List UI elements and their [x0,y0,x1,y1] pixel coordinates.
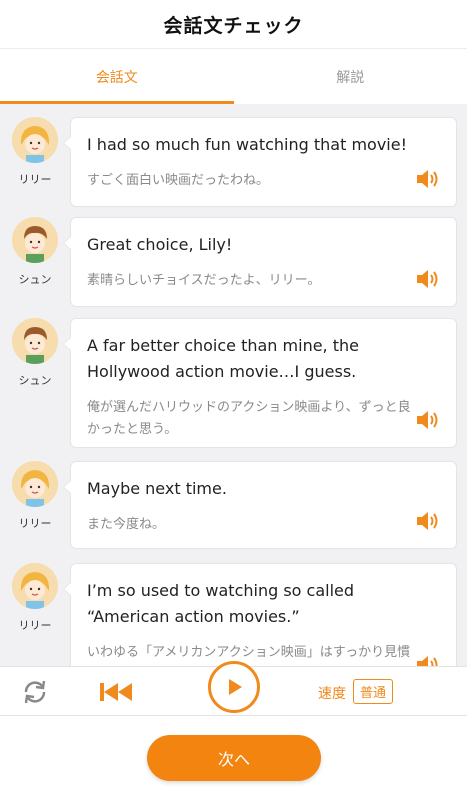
speaker-name: シュン [18,273,52,286]
message-bubble[interactable]: Great choice, Lily! 素晴らしいチョイスだったよ、リリー。 [63,217,457,307]
message-bubble[interactable]: I had so much fun watching that movie! す… [63,117,457,207]
speed-selector[interactable]: 普通 [353,679,394,704]
speaker-icon[interactable] [416,268,442,290]
rewind-button[interactable] [98,680,134,704]
speaker-icon[interactable] [416,510,442,532]
speaker-name: リリー [18,619,52,632]
play-button[interactable] [208,661,260,713]
speaker-icon[interactable] [416,654,442,666]
conversation-list[interactable]: リリー I had so much fun watching that movi… [0,104,467,666]
english-text: A far better choice than mine, the Holly… [87,336,359,381]
english-text: Great choice, Lily! [87,235,233,254]
message-bubble[interactable]: Maybe next time. また今度ね。 [63,461,457,549]
message-bubble[interactable]: A far better choice than mine, the Holly… [63,318,457,448]
repeat-icon [24,680,46,704]
avatar-shun [12,217,58,263]
rewind-icon [100,683,132,701]
speaker-name: シュン [18,374,52,387]
avatar-shun [12,318,58,364]
avatar-lily [12,563,58,609]
tab-conversation[interactable]: 会話文 [0,49,234,104]
play-icon [229,679,242,695]
japanese-text: 俺が選んだハリウッドのアクション映画より、ずっと良かったと思う。 [87,400,411,437]
speaker-name: リリー [18,517,52,530]
speed-label: 速度 [318,686,346,702]
japanese-text: いわゆる「アメリカンアクション映画」はすっかり見慣れてる。 [87,645,411,660]
english-text: I’m so used to watching so called “Ameri… [87,581,355,626]
header-bar: 会話文チェック [0,0,467,48]
japanese-text: すごく面白い映画だったわね。 [87,173,270,188]
next-button[interactable]: 次へ [147,735,321,781]
message-bubble[interactable]: I’m so used to watching so called “Ameri… [63,563,457,666]
english-text: I had so much fun watching that movie! [87,135,408,154]
avatar-lily [12,461,58,507]
speaker-name: リリー [18,173,52,186]
tab-bar: 会話文 解説 [0,48,467,104]
speaker-icon[interactable] [416,409,442,431]
page-title: 会話文チェック [163,14,304,37]
playback-controls: 速度 普通 [0,661,467,716]
speaker-icon[interactable] [416,168,442,190]
avatar-lily [12,117,58,163]
english-text: Maybe next time. [87,479,227,498]
japanese-text: 素晴らしいチョイスだったよ、リリー。 [87,273,321,288]
footer-bar: 次へ [0,716,467,800]
japanese-text: また今度ね。 [87,517,166,532]
repeat-button[interactable] [20,677,50,707]
tab-explanation[interactable]: 解説 [234,49,467,104]
